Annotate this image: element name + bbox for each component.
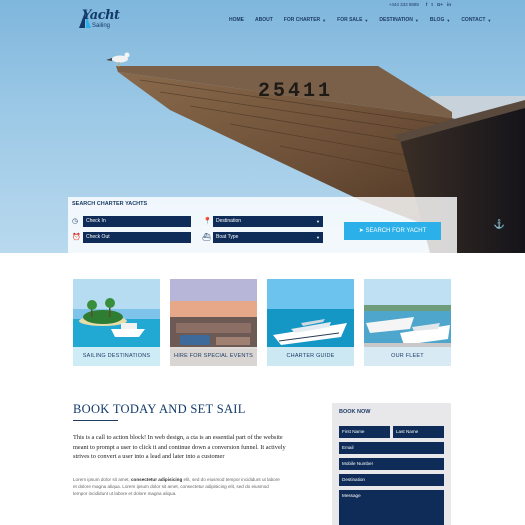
boat-type-select[interactable]: Boat Type ▼ — [213, 232, 323, 243]
chevron-down-icon: ▼ — [322, 17, 327, 23]
chevron-down-icon: ▼ — [487, 17, 492, 23]
first-name-placeholder: First Name — [342, 429, 365, 434]
nav-blog-label: BLOG — [429, 17, 445, 23]
check-in-field[interactable]: Check In — [83, 216, 191, 227]
message-textarea[interactable]: Message — [339, 490, 444, 525]
email-field[interactable]: Email — [339, 442, 444, 454]
book-now-form: BOOK NOW First Name Last Name Email Mobi… — [332, 403, 451, 525]
map-pin-icon: 📍 — [203, 218, 212, 225]
card-our-fleet[interactable]: OUR FLEET — [364, 279, 451, 366]
clock-icon: ◷ — [72, 218, 79, 225]
book-now-title: BOOK NOW — [339, 409, 371, 415]
check-in-text: Check In — [86, 218, 106, 224]
book-heading: BOOK TODAY AND SET SAIL — [73, 402, 246, 416]
site-logo[interactable]: Yacht Sailing — [78, 8, 120, 32]
hull-number: 25411 — [258, 80, 333, 103]
search-button-label: SEARCH FOR YACHT — [365, 228, 427, 234]
facebook-icon[interactable]: f — [426, 2, 428, 7]
twitter-icon[interactable]: t — [431, 2, 433, 7]
logo-title: Yacht — [82, 8, 120, 23]
anchor-icon: ⚓ — [493, 219, 505, 229]
dropdown-arrow-icon: ▼ — [316, 235, 320, 240]
card-label: OUR FLEET — [364, 347, 451, 366]
linkedin-icon[interactable]: in — [447, 2, 451, 7]
chevron-down-icon: ▼ — [414, 17, 419, 23]
nav-home-label: HOME — [229, 17, 244, 23]
lorem-bold-text: consectetur adipisicing — [130, 477, 183, 482]
card-label: SAILING DESTINATIONS — [73, 347, 160, 366]
email-placeholder: Email — [342, 445, 354, 450]
last-name-placeholder: Last Name — [396, 429, 419, 434]
cta-paragraph: This is a call to action block! In web d… — [73, 434, 286, 460]
send-icon: ➤ — [358, 228, 364, 234]
check-out-text: Check Out — [86, 234, 110, 240]
seagull-image — [106, 52, 130, 67]
main-nav: HOME ABOUT FOR CHARTER ▼ FOR SALE ▼ DESTIN… — [229, 17, 502, 23]
destination-placeholder: Destination — [342, 477, 365, 482]
nav-contact[interactable]: CONTACT ▼ — [461, 17, 491, 23]
search-charter-panel: SEARCH CHARTER YACHTS ◷ Check In ⏰ Check… — [68, 197, 457, 253]
phone-number: +444 333 8888 — [388, 2, 419, 7]
search-title: SEARCH CHARTER YACHTS — [72, 201, 148, 207]
check-out-field[interactable]: Check Out — [83, 232, 191, 243]
destination-select[interactable]: Destination ▼ — [213, 216, 323, 227]
nav-blog[interactable]: BLOG ▼ — [430, 17, 450, 23]
card-label: CHARTER GUIDE — [267, 347, 354, 366]
nav-contact-label: CONTACT — [461, 17, 486, 23]
chevron-down-icon: ▼ — [364, 17, 369, 23]
top-bar: +444 333 8888 f t G+ in — [389, 2, 451, 7]
nav-about[interactable]: ABOUT — [255, 17, 273, 23]
lorem-text-a: Lorem ipsum dolor sit amet, — [73, 477, 131, 482]
boat-type-text: Boat Type — [216, 234, 239, 240]
card-sailing-destinations[interactable]: SAILING DESTINATIONS — [73, 279, 160, 366]
chevron-down-icon: ▼ — [446, 17, 451, 23]
card-charter-guide[interactable]: CHARTER GUIDE — [267, 279, 354, 366]
nav-about-label: ABOUT — [255, 17, 273, 23]
dropdown-arrow-icon: ▼ — [316, 219, 320, 224]
heading-underline — [73, 420, 118, 421]
nav-for-sale[interactable]: FOR SALE ▼ — [337, 17, 368, 23]
card-hire-special-events[interactable]: HIRE FOR SPECIAL EVENTS — [170, 279, 257, 366]
mobile-placeholder: Mobile Number — [342, 461, 374, 466]
last-name-field[interactable]: Last Name — [393, 426, 444, 438]
destination-text: Destination — [216, 218, 242, 224]
nav-for-sale-label: FOR SALE — [337, 17, 363, 23]
mobile-number-field[interactable]: Mobile Number — [339, 458, 444, 470]
card-label: HIRE FOR SPECIAL EVENTS — [170, 347, 257, 366]
hero-banner: 25411 Yacht Sailing +444 333 8888 f t G+… — [0, 0, 525, 253]
destination-field[interactable]: Destination — [339, 474, 444, 486]
first-name-field[interactable]: First Name — [339, 426, 390, 438]
search-for-yacht-button[interactable]: ➤ SEARCH FOR YACHT — [344, 222, 441, 240]
nav-for-charter-label: FOR CHARTER — [283, 17, 321, 23]
lorem-paragraph: Lorem ipsum dolor sit amet, consectetur … — [73, 476, 283, 497]
boat-icon: ⛴ — [202, 234, 211, 241]
google-plus-icon[interactable]: G+ — [437, 2, 443, 7]
alarm-clock-icon: ⏰ — [72, 234, 81, 241]
nav-destination-label: DESTINATION — [379, 17, 413, 23]
message-placeholder: Message — [342, 493, 361, 498]
nav-destination[interactable]: DESTINATION ▼ — [379, 17, 419, 23]
nav-home[interactable]: HOME — [229, 17, 244, 23]
nav-for-charter[interactable]: FOR CHARTER ▼ — [284, 17, 326, 23]
logo-subtitle: Sailing — [92, 23, 111, 29]
